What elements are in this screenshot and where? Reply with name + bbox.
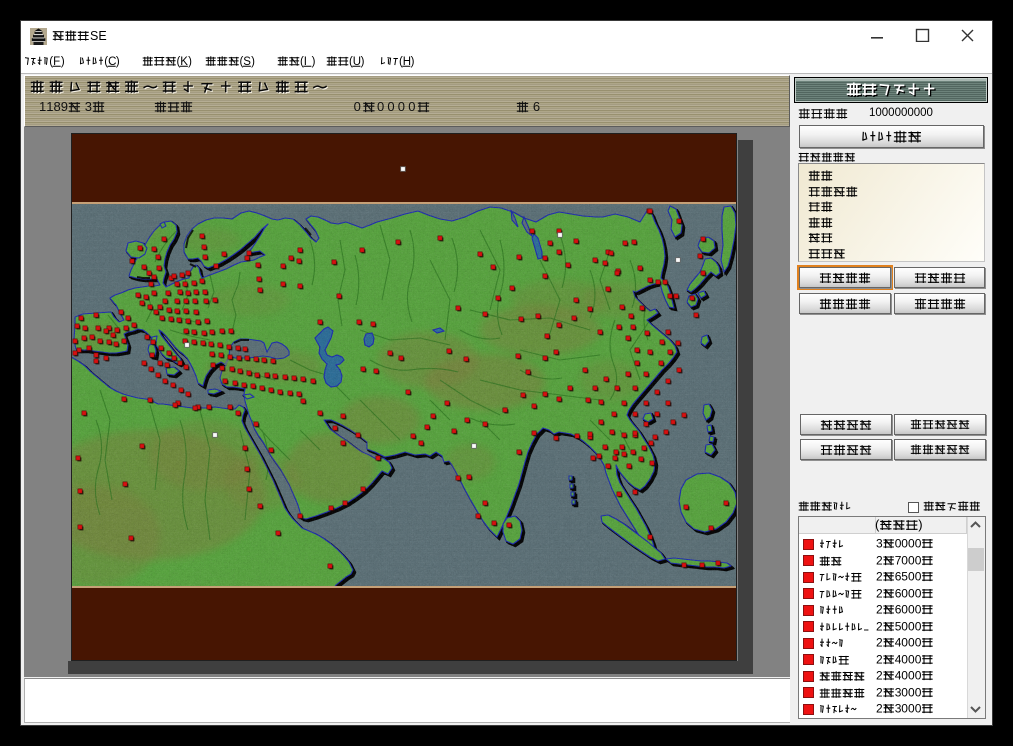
svg-text:0: 0 bbox=[915, 619, 922, 633]
svg-text:0: 0 bbox=[915, 553, 922, 567]
svg-text:6: 6 bbox=[533, 99, 540, 114]
svg-text:1: 1 bbox=[39, 99, 46, 114]
svg-text:3: 3 bbox=[876, 536, 883, 550]
svg-text:2: 2 bbox=[876, 619, 883, 633]
svg-text:2: 2 bbox=[876, 652, 883, 666]
svg-text:0: 0 bbox=[387, 99, 394, 114]
svg-text:0: 0 bbox=[915, 635, 922, 649]
svg-text:0: 0 bbox=[915, 569, 922, 583]
svg-text:2: 2 bbox=[876, 701, 883, 715]
svg-text:0: 0 bbox=[915, 536, 922, 550]
svg-text:): ) bbox=[188, 56, 192, 68]
svg-text:): ) bbox=[411, 56, 415, 68]
svg-text:I: I bbox=[304, 56, 307, 68]
svg-text:0: 0 bbox=[398, 99, 405, 114]
svg-text:(: ( bbox=[875, 517, 880, 532]
svg-text:): ) bbox=[918, 517, 922, 532]
svg-text:0: 0 bbox=[377, 99, 384, 114]
svg-text:F: F bbox=[53, 56, 60, 68]
svg-text:8: 8 bbox=[54, 99, 61, 114]
svg-text:0: 0 bbox=[408, 99, 415, 114]
svg-text:2: 2 bbox=[876, 635, 883, 649]
svg-text:K: K bbox=[180, 56, 188, 68]
svg-text:2: 2 bbox=[876, 685, 883, 699]
svg-text:0: 0 bbox=[915, 586, 922, 600]
svg-text:2: 2 bbox=[876, 668, 883, 682]
svg-text:0: 0 bbox=[915, 668, 922, 682]
svg-text:0: 0 bbox=[915, 701, 922, 715]
svg-text:2: 2 bbox=[876, 586, 883, 600]
svg-text:3: 3 bbox=[85, 99, 92, 114]
svg-text:): ) bbox=[251, 56, 255, 68]
svg-text:2: 2 bbox=[876, 602, 883, 616]
svg-text:0: 0 bbox=[915, 685, 922, 699]
svg-text:1: 1 bbox=[46, 99, 53, 114]
svg-text:0: 0 bbox=[354, 99, 361, 114]
svg-text:): ) bbox=[61, 56, 65, 68]
svg-text:2: 2 bbox=[876, 553, 883, 567]
svg-text:0: 0 bbox=[915, 652, 922, 666]
svg-text:9: 9 bbox=[61, 99, 68, 114]
svg-text:0: 0 bbox=[915, 602, 922, 616]
svg-text:): ) bbox=[116, 56, 120, 68]
svg-text:2: 2 bbox=[876, 569, 883, 583]
svg-text:S: S bbox=[243, 56, 251, 68]
svg-text:): ) bbox=[361, 56, 365, 68]
svg-text:): ) bbox=[312, 56, 316, 68]
